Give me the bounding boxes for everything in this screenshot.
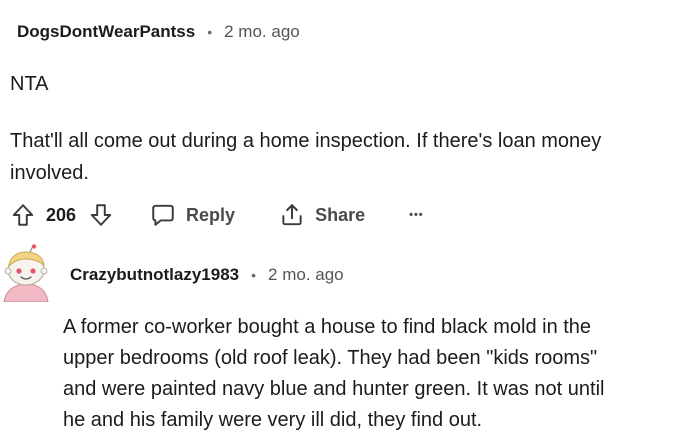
comment-text-line: and were painted navy blue and hunter gr… [63, 378, 605, 400]
comment-header: Crazybutnotlazy1983 • 2 mo. ago [70, 265, 344, 285]
comment-action-bar: 206 Reply Share ••• [10, 200, 424, 230]
reply-button[interactable]: Reply [150, 202, 235, 228]
comment-text-line: That'll all come out during a home inspe… [10, 130, 602, 152]
comment-text-line: involved. [10, 162, 89, 184]
vote-count: 206 [46, 204, 77, 225]
comment-header: DogsDontWearPantss • 2 mo. ago [17, 22, 300, 42]
share-icon [279, 202, 315, 228]
speech-bubble-icon [150, 202, 186, 228]
username-link[interactable]: DogsDontWearPantss [17, 22, 195, 42]
separator-dot: • [207, 24, 213, 40]
more-dots-icon: ••• [409, 209, 424, 221]
separator-dot: • [251, 267, 257, 283]
more-options-button[interactable]: ••• [409, 209, 424, 221]
share-button[interactable]: Share [279, 202, 365, 228]
reply-label: Reply [186, 204, 236, 225]
comment-text-line: upper bedrooms (old roof leak). They had… [63, 347, 598, 369]
arrow-up-icon[interactable] [10, 202, 36, 228]
username-link[interactable]: Crazybutnotlazy1983 [70, 265, 239, 285]
comment-text-line: he and his family were very ill did, the… [63, 409, 483, 431]
comment-text-line: NTA [10, 73, 49, 95]
comment-timestamp[interactable]: 2 mo. ago [268, 265, 344, 285]
arrow-down-icon[interactable] [88, 202, 114, 228]
share-label: Share [315, 204, 366, 225]
comment-text-line: A former co-worker bought a house to fin… [63, 316, 592, 338]
comment-timestamp[interactable]: 2 mo. ago [224, 22, 300, 42]
avatar[interactable] [0, 244, 52, 303]
